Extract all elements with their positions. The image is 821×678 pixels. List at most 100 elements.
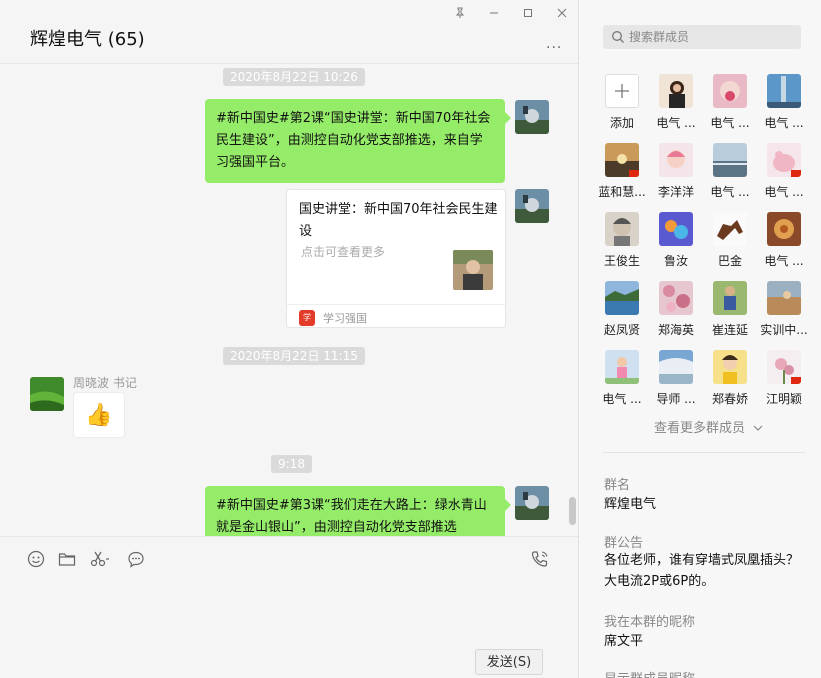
emoji-icon[interactable] <box>26 549 46 569</box>
group-name-value[interactable]: 辉煌电气 <box>604 494 804 515</box>
card-source: 学习强国 <box>323 312 367 325</box>
screenshot-scissors-icon[interactable] <box>90 549 110 569</box>
my-nickname-value[interactable]: 席文平 <box>604 631 804 652</box>
member-avatar <box>605 350 639 384</box>
member-name: 实训中... <box>760 323 808 337</box>
member-item[interactable]: 电气 ... <box>703 143 757 205</box>
avatar-self[interactable] <box>515 486 549 520</box>
member-avatar <box>713 74 747 108</box>
member-item[interactable]: 江明颖 <box>757 350 811 412</box>
member-name: 鲁汝 <box>663 254 688 268</box>
member-name: 添加 <box>609 116 634 130</box>
member-item[interactable]: 电气 ... <box>757 143 811 205</box>
xuexi-logo-icon: 学 <box>299 310 315 326</box>
message-bubble-1[interactable]: #新中国史#第2课“国史讲堂：新中国70年社会民生建设”，由测控自动化党支部推选… <box>205 99 511 183</box>
member-avatar <box>767 143 801 177</box>
link-card[interactable]: 国史讲堂：新中国70年社会民生建设 点击可查看更多 学 学习强国 <box>286 189 506 328</box>
member-avatar <box>659 143 693 177</box>
group-notice-value[interactable]: 各位老师，谁有穿墙式凤凰插头？大电流2P或6P的。 <box>604 550 804 592</box>
member-item[interactable]: 崔连延 <box>703 281 757 343</box>
group-notice-label: 群公告 <box>604 536 644 551</box>
member-avatar <box>767 74 801 108</box>
group-info-panel: 搜索群成员 添加 电气 ... 电气 ... 电气 ... 蓝和慧... 李洋洋… <box>579 0 821 678</box>
timestamp: 9:18 <box>271 455 312 473</box>
member-name: 电气 ... <box>710 185 750 199</box>
member-item[interactable]: 导师 ... <box>649 350 703 412</box>
china-flag-icon <box>791 170 801 177</box>
folder-icon[interactable] <box>57 549 77 569</box>
member-item[interactable]: 巴金 <box>703 212 757 274</box>
member-name: 李洋洋 <box>657 185 694 199</box>
avatar-sender[interactable] <box>30 377 64 411</box>
member-item[interactable]: 赵凤贤 <box>595 281 649 343</box>
member-search-input[interactable]: 搜索群成员 <box>603 25 801 49</box>
message-scrollbar[interactable] <box>569 497 576 525</box>
member-avatar <box>767 350 801 384</box>
member-name: 郑春娇 <box>711 392 748 406</box>
member-avatar <box>713 143 747 177</box>
member-avatar <box>767 212 801 246</box>
chat-area: 辉煌电气 (65) ... 2020年8月22日 10:26 #新中国史#第2课… <box>0 0 578 678</box>
view-more-members-link[interactable]: 查看更多群成员 <box>654 417 763 436</box>
member-avatar <box>713 212 747 246</box>
member-name: 电气 ... <box>710 116 750 130</box>
chevron-down-icon <box>753 425 763 431</box>
member-item[interactable]: 电气 ... <box>757 74 811 136</box>
message-list[interactable]: 2020年8月22日 10:26 #新中国史#第2课“国史讲堂：新中国70年社会… <box>0 64 578 536</box>
panel-divider-line <box>603 452 805 453</box>
member-avatar <box>659 350 693 384</box>
close-icon[interactable] <box>551 4 573 22</box>
member-item[interactable]: 王俊生 <box>595 212 649 274</box>
member-item[interactable]: 李洋洋 <box>649 143 703 205</box>
member-item[interactable]: 鲁汝 <box>649 212 703 274</box>
card-description: 点击可查看更多 <box>301 245 386 259</box>
member-name: 电气 ... <box>656 116 696 130</box>
member-avatar <box>605 281 639 315</box>
china-flag-icon <box>791 377 801 384</box>
member-item[interactable]: 蓝和慧... <box>595 143 649 205</box>
avatar-self[interactable] <box>515 100 549 134</box>
timestamp: 2020年8月22日 10:26 <box>223 68 365 86</box>
maximize-icon[interactable] <box>517 4 539 22</box>
member-avatar <box>713 350 747 384</box>
member-item[interactable]: 电气 ... <box>595 350 649 412</box>
avatar-self[interactable] <box>515 189 549 223</box>
member-name: 电气 ... <box>602 392 642 406</box>
send-button[interactable]: 发送(S) <box>475 649 543 675</box>
minimize-icon[interactable] <box>483 4 505 22</box>
member-item[interactable]: 电气 ... <box>703 74 757 136</box>
voice-call-icon[interactable] <box>530 549 550 569</box>
card-footer-divider <box>287 304 505 305</box>
member-avatar <box>605 143 639 177</box>
chat-title: 辉煌电气 (65) <box>30 29 145 50</box>
pin-icon[interactable] <box>449 4 471 22</box>
member-name: 导师 ... <box>656 392 696 406</box>
view-more-label: 查看更多群成员 <box>654 421 746 436</box>
member-item[interactable]: 实训中... <box>757 281 811 343</box>
member-item[interactable]: 电气 ... <box>757 212 811 274</box>
group-name-label: 群名 <box>604 478 631 493</box>
member-name: 电气 ... <box>764 254 804 268</box>
chat-history-icon[interactable] <box>126 549 146 569</box>
more-options-button[interactable]: ... <box>546 36 562 52</box>
member-name: 蓝和慧... <box>598 185 646 199</box>
thumbs-up-sticker[interactable]: 👍 <box>73 392 125 438</box>
timestamp: 2020年8月22日 11:15 <box>223 347 365 365</box>
show-nickname-label: 显示群成员昵称 <box>604 668 695 678</box>
member-name: 巴金 <box>717 254 742 268</box>
add-member-button[interactable]: 添加 <box>595 74 649 136</box>
plus-icon <box>605 74 639 108</box>
member-name: 电气 ... <box>764 185 804 199</box>
sender-name: 周晓波 书记 <box>73 376 137 390</box>
member-avatar <box>605 212 639 246</box>
member-item[interactable]: 电气 ... <box>649 74 703 136</box>
toolbar-divider <box>0 536 578 537</box>
member-item[interactable]: 郑春娇 <box>703 350 757 412</box>
search-icon <box>612 31 624 43</box>
card-thumbnail <box>453 250 493 290</box>
message-bubble-2[interactable]: #新中国史#第3课“我们走在大路上：绿水青山就是金山银山”，由测控自动化党支部推… <box>205 486 511 536</box>
member-item[interactable]: 郑海英 <box>649 281 703 343</box>
member-name: 江明颖 <box>765 392 802 406</box>
card-title: 国史讲堂：新中国70年社会民生建设 <box>299 202 498 239</box>
member-name: 王俊生 <box>603 254 640 268</box>
